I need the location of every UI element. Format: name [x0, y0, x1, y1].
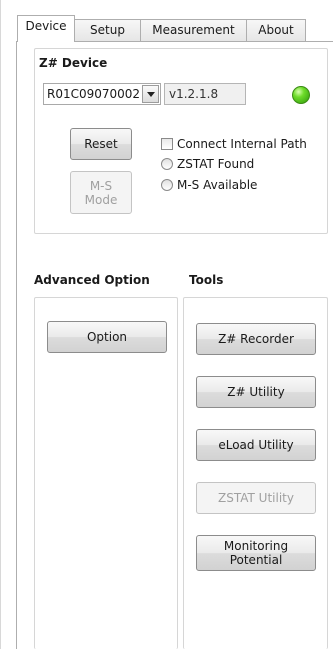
tab-device[interactable]: Device	[17, 15, 75, 42]
ms-available-radio[interactable]	[161, 179, 173, 191]
window-left-edge	[0, 0, 1, 649]
tools-title: Tools	[189, 273, 224, 287]
ms-mode-button[interactable]: M-S Mode	[70, 171, 132, 214]
device-select[interactable]: R01C09070002	[43, 83, 161, 105]
device-group-title: Z# Device	[39, 56, 108, 70]
tab-measurement[interactable]: Measurement	[140, 19, 247, 41]
firmware-version-field: v1.2.1.8	[164, 83, 246, 105]
option-button[interactable]: Option	[47, 321, 167, 353]
monitoring-potential-button[interactable]: Monitoring Potential	[196, 535, 316, 571]
z-utility-button[interactable]: Z# Utility	[196, 376, 316, 408]
ms-available-label: M-S Available	[177, 178, 258, 192]
connect-internal-path-row[interactable]: Connect Internal Path	[161, 137, 307, 151]
chevron-down-icon[interactable]	[142, 85, 159, 103]
device-select-value: R01C09070002	[47, 87, 141, 101]
ms-available-row[interactable]: M-S Available	[161, 178, 257, 192]
reset-button[interactable]: Reset	[70, 128, 132, 160]
zstat-found-radio[interactable]	[161, 158, 173, 170]
connect-internal-path-checkbox[interactable]	[161, 138, 173, 150]
z-recorder-button[interactable]: Z# Recorder	[196, 323, 316, 355]
tab-about[interactable]: About	[246, 19, 306, 41]
status-led-icon	[292, 86, 310, 104]
eload-utility-button[interactable]: eLoad Utility	[196, 429, 316, 461]
zstat-found-label: ZSTAT Found	[177, 157, 255, 171]
connect-internal-path-label: Connect Internal Path	[177, 137, 307, 151]
advanced-option-title: Advanced Option	[34, 273, 150, 287]
zstat-utility-button[interactable]: ZSTAT Utility	[196, 482, 316, 514]
zstat-found-row[interactable]: ZSTAT Found	[161, 157, 254, 171]
tab-setup[interactable]: Setup	[74, 19, 141, 41]
